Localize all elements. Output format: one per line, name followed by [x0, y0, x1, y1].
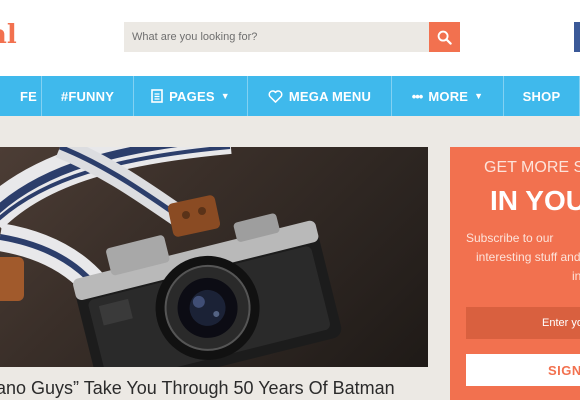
chevron-down-icon: ▼: [474, 91, 484, 101]
subscribe-heading: GET MORE ST: [484, 159, 580, 176]
main-nav: FE #FUNNY PAGES ▼ MEGA MENU ••• MORE ▼ S…: [0, 76, 580, 116]
header-action-button[interactable]: [574, 22, 580, 52]
subscribe-widget: GET MORE ST IN YOU Subscribe to our inte…: [450, 147, 580, 400]
site-logo[interactable]: al: [0, 20, 17, 50]
site-header: al: [0, 0, 580, 76]
dots-icon: •••: [411, 88, 424, 104]
nav-item-label: MORE: [428, 88, 469, 104]
nav-item-label: #FUNNY: [60, 88, 115, 104]
search-bar: [124, 22, 460, 52]
nav-item-shop[interactable]: SHOP: [504, 76, 580, 116]
nav-item-funny[interactable]: #FUNNY: [42, 76, 134, 116]
nav-item-label: SHOP: [522, 88, 561, 104]
nav-item-label: MEGA MENU: [288, 88, 372, 104]
nav-item-label: PAGES: [169, 88, 215, 104]
subscribe-big-heading: IN YOU: [490, 185, 580, 216]
camera-photo: [0, 147, 342, 367]
sign-up-button[interactable]: SIGN: [466, 354, 580, 386]
subscribe-text-line: interesting stuff and: [476, 250, 580, 264]
nav-item-mega-menu[interactable]: MEGA MENU: [248, 76, 392, 116]
article-title[interactable]: iano Guys” Take You Through 50 Years Of …: [0, 378, 432, 399]
search-button[interactable]: [429, 22, 460, 52]
nav-item-label: FE: [19, 88, 37, 104]
subscribe-text-line: Subscribe to our: [466, 231, 554, 245]
search-icon: [437, 30, 452, 45]
nav-item-life[interactable]: FE: [0, 76, 42, 116]
featured-image[interactable]: [0, 147, 428, 367]
nav-item-pages[interactable]: PAGES ▼: [134, 76, 248, 116]
search-input[interactable]: [124, 22, 429, 52]
email-field[interactable]: [466, 307, 580, 339]
chevron-down-icon: ▼: [220, 91, 230, 101]
heart-icon: [268, 89, 283, 103]
page-icon: [151, 89, 163, 103]
subscribe-text-line: in: [572, 269, 580, 283]
nav-item-more[interactable]: ••• MORE ▼: [392, 76, 504, 116]
subscribe-description: Subscribe to our interesting stuff and i…: [466, 229, 580, 286]
